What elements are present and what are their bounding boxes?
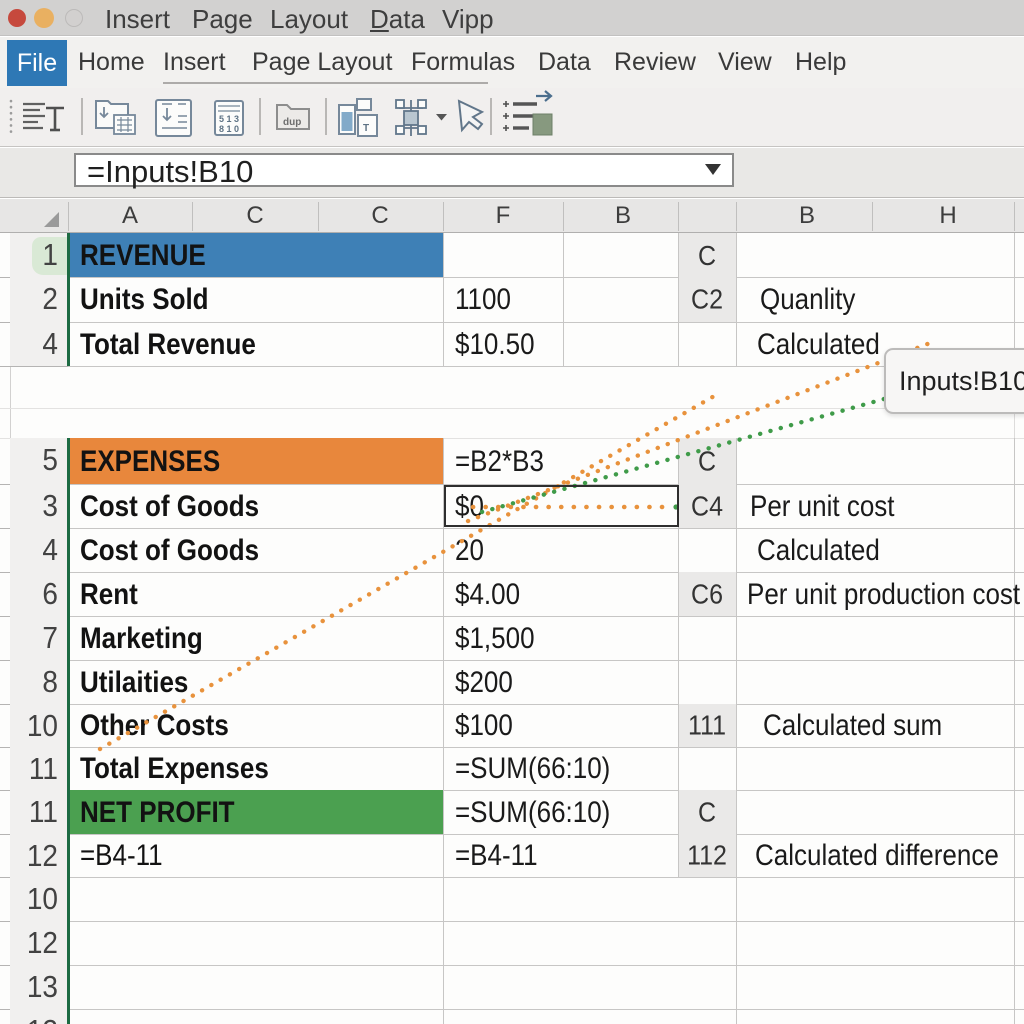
svg-text:5 1 3: 5 1 3 <box>219 114 239 124</box>
svg-text:T: T <box>363 123 369 134</box>
svg-text:8 1 0: 8 1 0 <box>219 124 239 134</box>
svg-text:dup: dup <box>283 117 301 128</box>
